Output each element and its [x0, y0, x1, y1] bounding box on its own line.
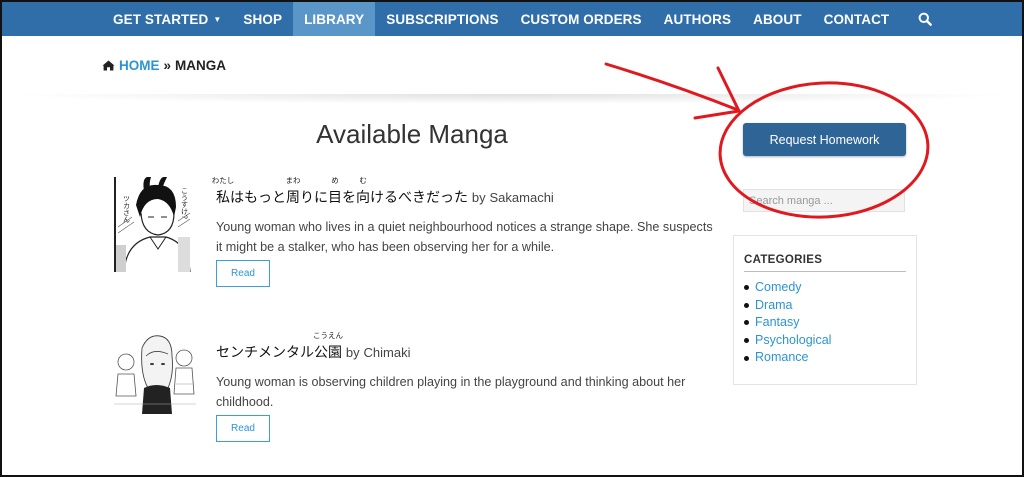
- page-title: Available Manga: [316, 119, 508, 149]
- manga-by: by: [345, 345, 360, 360]
- read-button[interactable]: Read: [216, 415, 270, 442]
- manga-description: Young woman is observing children playin…: [216, 375, 686, 409]
- manga-entry: センチメンタル こうえん 公園 by Chimaki Young woman is …: [114, 331, 714, 447]
- category-comedy[interactable]: Comedy: [744, 279, 831, 297]
- svg-text:こうすけ?: こうすけ?: [181, 187, 189, 219]
- breadcrumb-current: MANGA: [175, 58, 227, 73]
- bullet-icon: [744, 355, 749, 361]
- categories-list: Comedy Drama Fantasy Psychological Roman…: [744, 279, 831, 367]
- search-manga-input[interactable]: [743, 189, 905, 212]
- bullet-icon: [744, 285, 749, 291]
- manga-title[interactable]: わたし 私はもっと まわ 周りにめ目をむ向けるべきだった by Sakamachi: [212, 176, 554, 207]
- nav-item-get-started[interactable]: GET STARTED ▼: [102, 2, 232, 36]
- breadcrumb-home-link[interactable]: HOME: [119, 58, 160, 73]
- nav-item-contact[interactable]: CONTACT: [813, 2, 901, 36]
- read-button[interactable]: Read: [216, 260, 270, 287]
- nav-item-authors[interactable]: AUTHORS: [653, 2, 742, 36]
- home-icon: [102, 60, 115, 71]
- nav-menu: GET STARTED ▼ SHOP LIBRARY SUBSCRIPTIONS…: [102, 2, 900, 36]
- svg-text:ツカさん: ツカさん: [123, 195, 131, 223]
- categories-divider: [744, 271, 906, 272]
- caret-down-icon: ▼: [213, 14, 222, 24]
- manga-author: Chimaki: [363, 345, 411, 360]
- nav-item-library[interactable]: LIBRARY: [293, 2, 376, 36]
- top-navbar: GET STARTED ▼ SHOP LIBRARY SUBSCRIPTIONS…: [2, 2, 1022, 36]
- manga-title[interactable]: センチメンタル こうえん 公園 by Chimaki: [216, 331, 411, 362]
- manga-cover-image[interactable]: [114, 334, 196, 414]
- nav-item-about[interactable]: ABOUT: [742, 2, 813, 36]
- breadcrumb-separator: »: [163, 58, 172, 73]
- categories-title: CATEGORIES: [744, 254, 823, 266]
- nav-search-button[interactable]: [918, 2, 932, 36]
- manga-by: by: [471, 190, 486, 205]
- nav-item-subscriptions[interactable]: SUBSCRIPTIONS: [375, 2, 509, 36]
- manga-entry: ツカさん こうすけ? わたし 私はもっと まわ 周りにめ目をむ向けるべきだった by …: [114, 176, 714, 292]
- manga-cover-image[interactable]: ツカさん こうすけ?: [114, 177, 196, 273]
- bullet-icon: [744, 338, 749, 344]
- category-psychological[interactable]: Psychological: [744, 332, 831, 350]
- breadcrumb: HOME » MANGA: [102, 58, 226, 73]
- nav-item-shop[interactable]: SHOP: [232, 2, 293, 36]
- bullet-icon: [744, 320, 749, 326]
- categories-widget: CATEGORIES Comedy Drama Fantasy Psycholo…: [733, 235, 917, 385]
- header-shadow: [2, 94, 1022, 104]
- request-homework-button[interactable]: Request Homework: [743, 123, 906, 156]
- search-icon: [918, 12, 932, 26]
- manga-author: Sakamachi: [489, 190, 554, 205]
- category-romance[interactable]: Romance: [744, 349, 831, 367]
- bullet-icon: [744, 302, 749, 308]
- category-drama[interactable]: Drama: [744, 297, 831, 315]
- manga-description: Young woman who lives in a quiet neighbo…: [216, 220, 713, 254]
- category-fantasy[interactable]: Fantasy: [744, 314, 831, 332]
- nav-item-custom-orders[interactable]: CUSTOM ORDERS: [510, 2, 653, 36]
